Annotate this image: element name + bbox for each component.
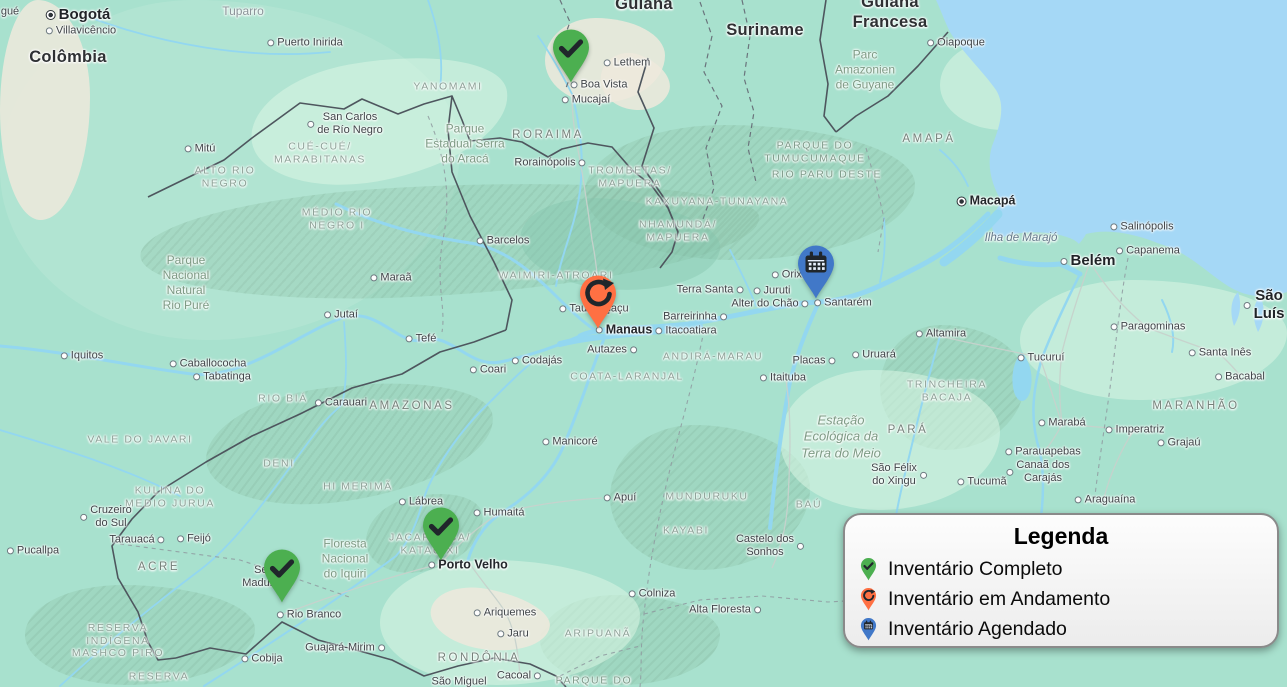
- legend-title: Legenda: [859, 523, 1263, 550]
- marker-complete-porto-velho[interactable]: [418, 505, 464, 567]
- in-progress-pin-icon: [859, 587, 878, 611]
- marker-scheduled-santarem[interactable]: [793, 243, 839, 305]
- legend-item-complete: Inventário Completo: [859, 554, 1263, 584]
- legend-item-label: Inventário Agendado: [888, 618, 1067, 641]
- legend-item-label: Inventário em Andamento: [888, 588, 1110, 611]
- map-canvas[interactable]: ColômbiaGuianaSurinameGuiana FrancesaBog…: [0, 0, 1287, 687]
- legend-item-label: Inventário Completo: [888, 558, 1063, 581]
- marker-complete-rio-branco[interactable]: [259, 547, 305, 609]
- legend-item-scheduled: Inventário Agendado: [859, 614, 1263, 644]
- marker-in-progress-manaus[interactable]: [575, 273, 621, 335]
- legend-item-in-progress: Inventário em Andamento: [859, 584, 1263, 614]
- complete-pin-icon: [859, 557, 878, 581]
- marker-complete-boa-vista[interactable]: [548, 27, 594, 89]
- legend: Legenda Inventário Completo Inventário e…: [843, 513, 1279, 648]
- scheduled-pin-icon: [859, 617, 878, 641]
